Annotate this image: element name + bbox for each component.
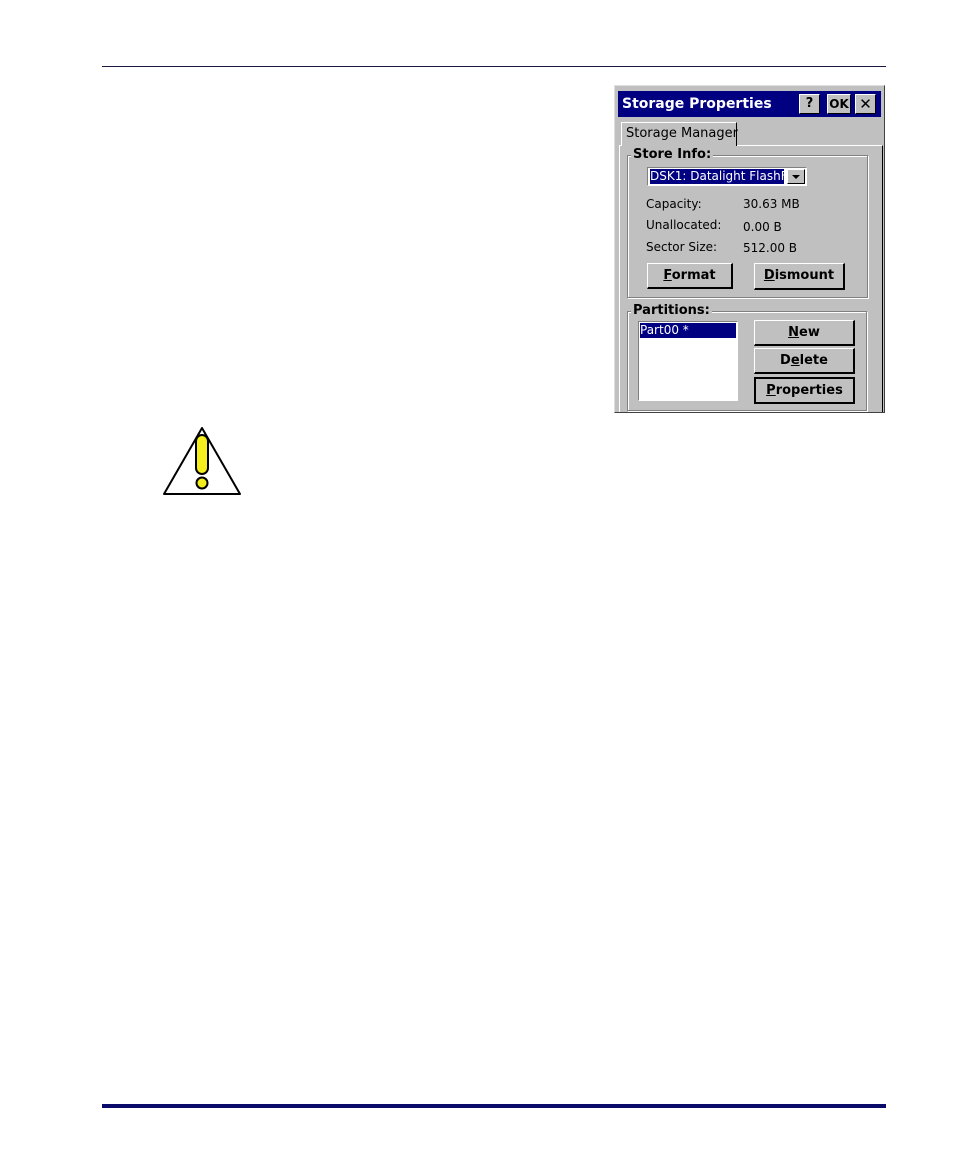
header-rule [102,66,886,67]
dialog-title: Storage Properties [622,96,772,112]
list-item[interactable]: Part00 * [640,323,736,338]
sector-size-value: 512.00 B [743,241,798,255]
format-button[interactable]: Format [647,263,733,289]
partitions-group: Partitions: Part00 * New Delete Properti… [627,303,867,411]
capacity-value: 30.63 MB [743,197,800,211]
unallocated-value: 0.00 B [743,220,782,234]
close-button[interactable]: ✕ [855,94,876,114]
ok-button[interactable]: OK [827,94,851,114]
store-select[interactable]: DSK1: Datalight FlashFX [647,167,807,186]
tab-storage-manager[interactable]: Storage Manager [621,122,738,146]
store-info-legend: Store Info: [631,147,714,162]
delete-partition-button[interactable]: Delete [754,348,855,374]
partition-properties-button[interactable]: Properties [754,377,855,404]
unallocated-label: Unallocated: [646,218,722,232]
store-select-value: DSK1: Datalight FlashFX [650,169,784,184]
capacity-label: Capacity: [646,197,702,211]
dismount-button[interactable]: Dismount [754,263,845,290]
help-button[interactable]: ? [799,94,820,114]
caution-triangle-icon [162,425,242,497]
new-partition-button[interactable]: New [754,320,855,346]
dialog-titlebar: Storage Properties ? OK ✕ [618,91,881,117]
partitions-list[interactable]: Part00 * [638,321,738,401]
sector-size-label: Sector Size: [646,240,718,254]
store-info-group: Store Info: DSK1: Datalight FlashFX Capa… [627,147,868,298]
footer-rule [102,1104,886,1108]
partitions-legend: Partitions: [631,303,712,318]
storage-properties-dialog: Storage Properties ? OK ✕ Storage Manage… [614,85,885,413]
chevron-down-icon[interactable] [787,169,805,184]
